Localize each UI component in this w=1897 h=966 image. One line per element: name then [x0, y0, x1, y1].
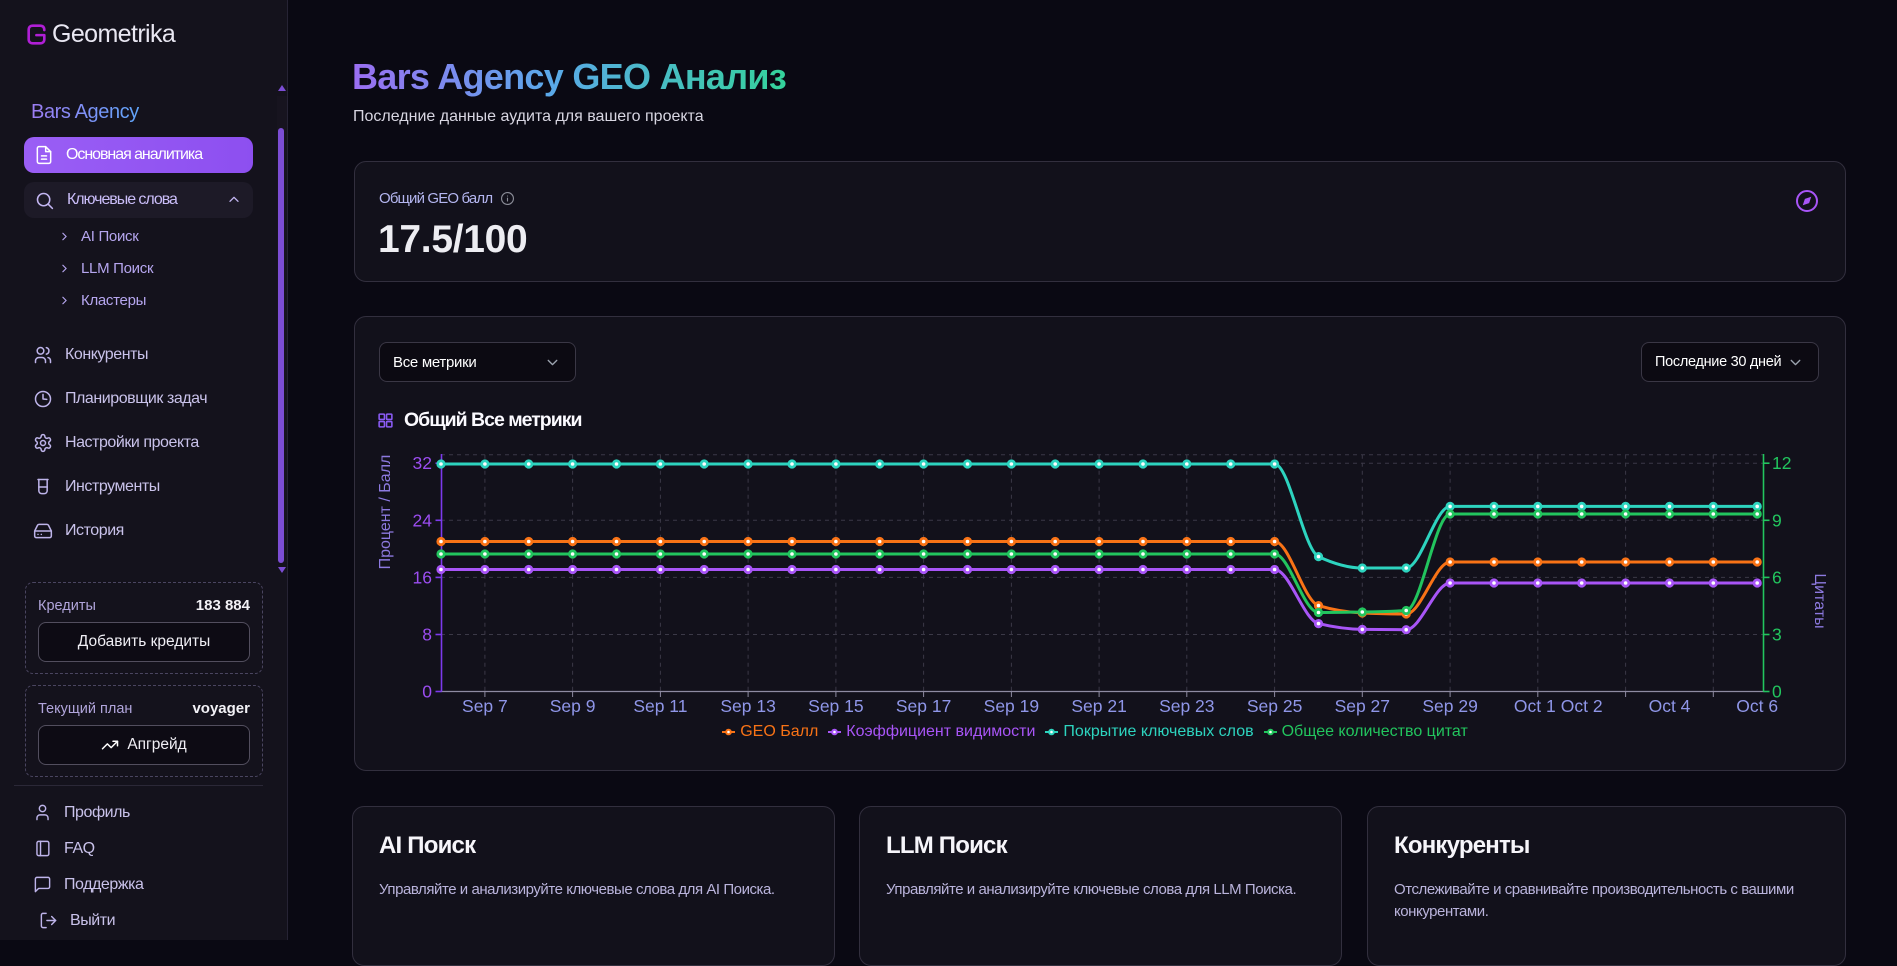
svg-text:3: 3	[1772, 625, 1782, 645]
svg-text:Oct 2: Oct 2	[1561, 696, 1603, 716]
svg-text:Sep 27: Sep 27	[1335, 696, 1390, 716]
svg-text:Sep 17: Sep 17	[896, 696, 951, 716]
svg-text:Oct 4: Oct 4	[1649, 696, 1691, 716]
svg-text:Sep 13: Sep 13	[720, 696, 775, 716]
svg-text:Sep 9: Sep 9	[550, 696, 596, 716]
svg-text:Sep 19: Sep 19	[984, 696, 1039, 716]
svg-text:Sep 11: Sep 11	[633, 696, 687, 716]
svg-text:6: 6	[1772, 567, 1782, 587]
svg-text:24: 24	[413, 510, 433, 530]
svg-text:Процент / Балл: Процент / Балл	[377, 455, 394, 570]
svg-text:Sep 7: Sep 7	[462, 696, 508, 716]
svg-text:Oct 6: Oct 6	[1736, 696, 1778, 716]
svg-text:Oct 1: Oct 1	[1514, 696, 1556, 716]
svg-text:Sep 25: Sep 25	[1247, 696, 1302, 716]
svg-text:Sep 21: Sep 21	[1071, 696, 1126, 716]
svg-text:0: 0	[422, 682, 432, 702]
svg-text:Sep 15: Sep 15	[808, 696, 863, 716]
svg-text:8: 8	[422, 625, 432, 645]
svg-text:9: 9	[1772, 510, 1782, 530]
svg-text:Sep 23: Sep 23	[1159, 696, 1214, 716]
svg-text:Sep 29: Sep 29	[1422, 696, 1477, 716]
svg-text:12: 12	[1772, 453, 1791, 473]
svg-text:32: 32	[413, 453, 432, 473]
svg-text:Цитаты: Цитаты	[1811, 573, 1828, 628]
svg-text:16: 16	[413, 567, 432, 587]
